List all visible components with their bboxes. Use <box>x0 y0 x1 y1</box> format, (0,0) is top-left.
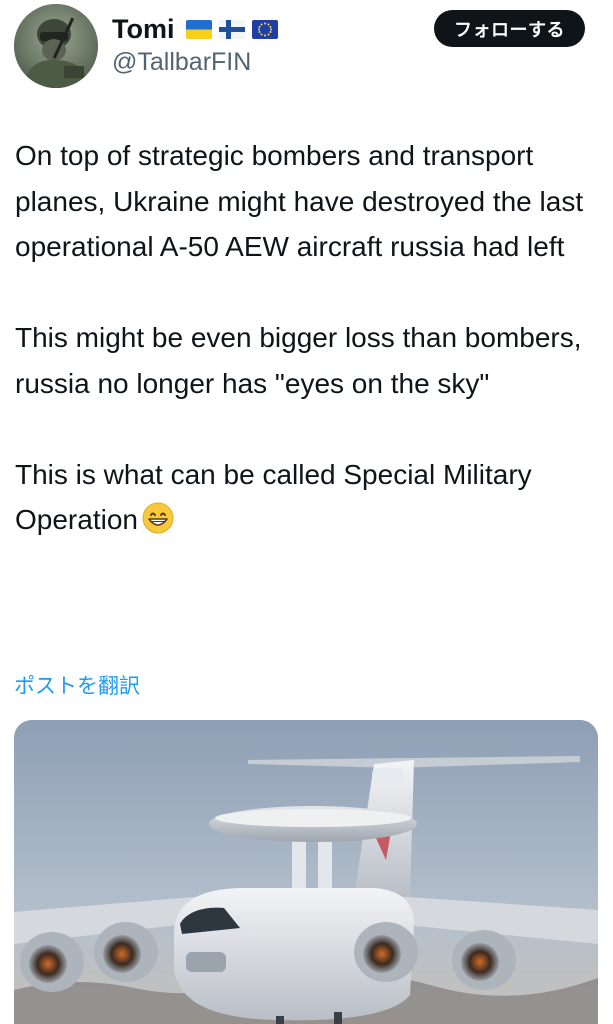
post-paragraph: This might be even bigger loss than bomb… <box>15 322 582 399</box>
a-50-aircraft-photo-icon <box>14 720 598 1024</box>
post-paragraph: On top of strategic bombers and transpor… <box>15 140 584 262</box>
post-paragraph-text: This is what can be called Special Milit… <box>15 458 532 536</box>
ukraine-flag-icon <box>185 19 212 39</box>
author-name-row: Tomi <box>112 12 278 46</box>
post-text: On top of strategic bombers and transpor… <box>15 133 605 543</box>
follow-button[interactable]: フォローする <box>434 10 585 47</box>
author-avatar[interactable] <box>14 4 98 88</box>
translate-post-link[interactable]: ポストを翻訳 <box>14 670 140 700</box>
finland-flag-icon <box>218 19 245 39</box>
author-display-name[interactable]: Tomi <box>112 14 175 45</box>
eu-flag-icon <box>251 19 278 39</box>
author-handle[interactable]: @TallbarFIN <box>112 48 251 77</box>
post-page: Tomi @TallbarFIN フォローする On top of strate… <box>0 0 613 1024</box>
soldier-avatar-icon <box>14 4 98 88</box>
post-media-image[interactable] <box>14 720 598 1024</box>
post-paragraph-last: This is what can be called Special Milit… <box>15 452 605 543</box>
grinning-face-emoji-icon <box>142 502 174 534</box>
